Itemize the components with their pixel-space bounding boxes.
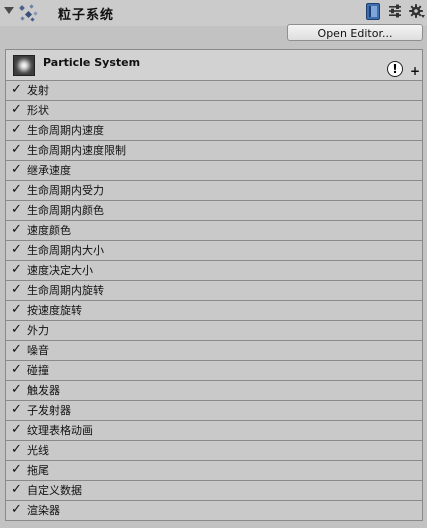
module-enabled-checkbox[interactable]: ✓ bbox=[11, 423, 22, 436]
module-row-color-by-speed[interactable]: ✓ 速度颜色 bbox=[5, 221, 423, 241]
particle-system-label: Particle System bbox=[43, 56, 141, 69]
module-row-rotation-by-speed[interactable]: ✓ 按速度旋转 bbox=[5, 301, 423, 321]
module-label: 外力 bbox=[27, 324, 49, 337]
module-label: 生命周期内大小 bbox=[27, 244, 104, 257]
module-enabled-checkbox[interactable]: ✓ bbox=[11, 263, 22, 276]
module-row-rotation-over-lifetime[interactable]: ✓ 生命周期内旋转 bbox=[5, 281, 423, 301]
module-enabled-checkbox[interactable]: ✓ bbox=[11, 83, 22, 96]
module-label: 碰撞 bbox=[27, 364, 49, 377]
module-label: 纹理表格动画 bbox=[27, 424, 93, 437]
module-label: 形状 bbox=[27, 104, 49, 117]
module-row-custom-data[interactable]: ✓ 自定义数据 bbox=[5, 481, 423, 501]
particle-system-icon bbox=[19, 4, 38, 22]
module-label: 光线 bbox=[27, 444, 49, 457]
module-label: 继承速度 bbox=[27, 164, 71, 177]
module-enabled-checkbox[interactable]: ✓ bbox=[11, 103, 22, 116]
module-label: 生命周期内速度限制 bbox=[27, 144, 126, 157]
component-header: 粒子系统 bbox=[0, 0, 427, 26]
module-enabled-checkbox[interactable]: ✓ bbox=[11, 283, 22, 296]
gear-icon[interactable] bbox=[409, 3, 425, 19]
module-row-texture-sheet-animation[interactable]: ✓ 纹理表格动画 bbox=[5, 421, 423, 441]
module-row-triggers[interactable]: ✓ 触发器 bbox=[5, 381, 423, 401]
component-title: 粒子系统 bbox=[58, 8, 115, 23]
module-row-renderer[interactable]: ✓ 渲染器 bbox=[5, 501, 423, 521]
module-row-color-over-lifetime[interactable]: ✓ 生命周期内颜色 bbox=[5, 201, 423, 221]
preset-sliders-icon[interactable] bbox=[388, 4, 402, 18]
module-row-emission[interactable]: ✓ 发射 bbox=[5, 81, 423, 101]
module-enabled-checkbox[interactable]: ✓ bbox=[11, 403, 22, 416]
module-row-velocity-over-lifetime[interactable]: ✓ 生命周期内速度 bbox=[5, 121, 423, 141]
module-enabled-checkbox[interactable]: ✓ bbox=[11, 383, 22, 396]
module-row-collision[interactable]: ✓ 碰撞 bbox=[5, 361, 423, 381]
module-row-noise[interactable]: ✓ 噪音 bbox=[5, 341, 423, 361]
module-enabled-checkbox[interactable]: ✓ bbox=[11, 223, 22, 236]
module-enabled-checkbox[interactable]: ✓ bbox=[11, 343, 22, 356]
module-enabled-checkbox[interactable]: ✓ bbox=[11, 123, 22, 136]
module-row-trails[interactable]: ✓ 拖尾 bbox=[5, 461, 423, 481]
module-label: 生命周期内受力 bbox=[27, 184, 104, 197]
module-enabled-checkbox[interactable]: ✓ bbox=[11, 183, 22, 196]
module-row-external-forces[interactable]: ✓ 外力 bbox=[5, 321, 423, 341]
module-label: 子发射器 bbox=[27, 404, 71, 417]
module-row-shape[interactable]: ✓ 形状 bbox=[5, 101, 423, 121]
module-label: 拖尾 bbox=[27, 464, 49, 477]
open-editor-button[interactable]: Open Editor... bbox=[287, 24, 423, 41]
module-label: 生命周期内颜色 bbox=[27, 204, 104, 217]
module-enabled-checkbox[interactable]: ✓ bbox=[11, 443, 22, 456]
module-enabled-checkbox[interactable]: ✓ bbox=[11, 323, 22, 336]
module-enabled-checkbox[interactable]: ✓ bbox=[11, 203, 22, 216]
module-row-force-over-lifetime[interactable]: ✓ 生命周期内受力 bbox=[5, 181, 423, 201]
module-enabled-checkbox[interactable]: ✓ bbox=[11, 363, 22, 376]
module-enabled-checkbox[interactable]: ✓ bbox=[11, 483, 22, 496]
module-label: 触发器 bbox=[27, 384, 60, 397]
particle-system-row[interactable]: Particle System ! + bbox=[5, 49, 423, 81]
particle-preview-icon bbox=[13, 55, 35, 76]
module-label: 生命周期内旋转 bbox=[27, 284, 104, 297]
module-enabled-checkbox[interactable]: ✓ bbox=[11, 163, 22, 176]
book-icon[interactable] bbox=[366, 3, 380, 20]
module-list: ✓ 发射 ✓ 形状 ✓ 生命周期内速度 ✓ 生命周期内速度限制 ✓ 继承速度 ✓ 生命周期内… bbox=[5, 81, 423, 521]
module-label: 速度决定大小 bbox=[27, 264, 93, 277]
module-row-sub-emitters[interactable]: ✓ 子发射器 bbox=[5, 401, 423, 421]
module-enabled-checkbox[interactable]: ✓ bbox=[11, 143, 22, 156]
module-row-size-over-lifetime[interactable]: ✓ 生命周期内大小 bbox=[5, 241, 423, 261]
module-enabled-checkbox[interactable]: ✓ bbox=[11, 463, 22, 476]
module-enabled-checkbox[interactable]: ✓ bbox=[11, 503, 22, 516]
module-label: 渲染器 bbox=[27, 504, 60, 517]
module-label: 噪音 bbox=[27, 344, 49, 357]
module-row-inherit-velocity[interactable]: ✓ 继承速度 bbox=[5, 161, 423, 181]
plus-icon[interactable]: + bbox=[410, 65, 420, 77]
module-row-lights[interactable]: ✓ 光线 bbox=[5, 441, 423, 461]
module-label: 速度颜色 bbox=[27, 224, 71, 237]
module-row-limit-velocity-over-lifetime[interactable]: ✓ 生命周期内速度限制 bbox=[5, 141, 423, 161]
module-enabled-checkbox[interactable]: ✓ bbox=[11, 243, 22, 256]
module-label: 生命周期内速度 bbox=[27, 124, 104, 137]
module-label: 自定义数据 bbox=[27, 484, 82, 497]
module-label: 发射 bbox=[27, 84, 49, 97]
module-label: 按速度旋转 bbox=[27, 304, 82, 317]
module-row-size-by-speed[interactable]: ✓ 速度决定大小 bbox=[5, 261, 423, 281]
foldout-triangle-icon[interactable] bbox=[4, 7, 14, 14]
exclamation-icon[interactable]: ! bbox=[387, 61, 403, 77]
module-enabled-checkbox[interactable]: ✓ bbox=[11, 303, 22, 316]
